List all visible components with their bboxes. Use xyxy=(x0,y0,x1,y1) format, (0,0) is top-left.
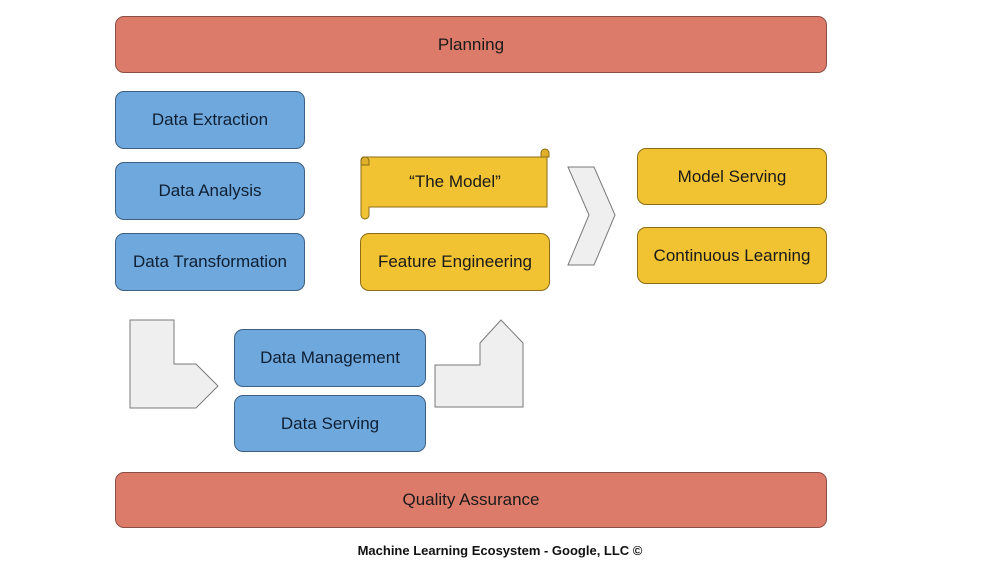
data-extraction-label: Data Extraction xyxy=(151,110,269,129)
footer-caption: Machine Learning Ecosystem - Google, LLC… xyxy=(357,543,643,558)
feature-engineering-label: Feature Engineering xyxy=(377,252,533,271)
bent-arrow-up-icon xyxy=(434,319,524,408)
continuous-learning-label: Continuous Learning xyxy=(653,245,811,265)
quality-assurance-label: Quality Assurance xyxy=(402,490,540,509)
data-transformation-label: Data Transformation xyxy=(132,252,287,271)
planning-label: Planning xyxy=(437,34,505,54)
planning-bar: Planning xyxy=(115,16,827,73)
model-serving-box: Model Serving xyxy=(637,148,827,205)
the-model-label: “The Model” xyxy=(409,172,501,191)
data-analysis-box: Data Analysis xyxy=(115,162,305,220)
feature-engineering-box: Feature Engineering xyxy=(360,233,550,291)
chevron-arrow-icon xyxy=(567,166,616,266)
bent-arrow-right-icon xyxy=(129,319,219,409)
model-serving-label: Model Serving xyxy=(677,166,787,186)
data-serving-box: Data Serving xyxy=(234,395,426,452)
data-analysis-label: Data Analysis xyxy=(158,181,262,200)
data-serving-label: Data Serving xyxy=(280,413,380,433)
data-transformation-box: Data Transformation xyxy=(115,233,305,291)
data-extraction-box: Data Extraction xyxy=(115,91,305,149)
quality-assurance-bar: Quality Assurance xyxy=(115,472,827,528)
data-management-label: Data Management xyxy=(260,348,400,367)
continuous-learning-box: Continuous Learning xyxy=(637,227,827,284)
data-management-box: Data Management xyxy=(234,329,426,387)
